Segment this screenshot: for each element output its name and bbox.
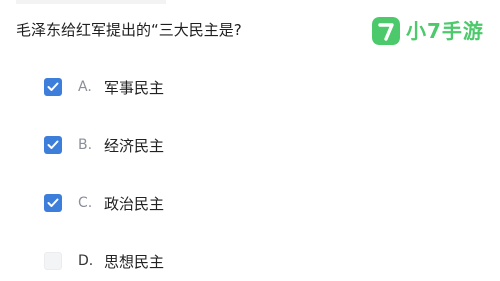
options-list: A. 军事民主 B. 经济民主 C. 政治民主 D. 思想民主 [0,0,500,281]
checkbox-checked[interactable] [44,78,62,96]
checkbox-unchecked[interactable] [44,252,62,270]
option-letter: D. [78,253,94,269]
check-icon [47,82,59,91]
check-icon [47,140,59,149]
option-d[interactable]: D. 思想民主 [44,250,164,272]
check-icon [47,198,59,207]
option-label: 军事民主 [104,78,165,97]
option-a[interactable]: A. 军事民主 [44,76,164,98]
option-letter: A. [78,79,92,95]
checkbox-checked[interactable] [44,194,62,212]
option-letter: C. [78,195,93,211]
option-letter: B. [78,137,93,153]
checkbox-checked[interactable] [44,136,62,154]
option-c[interactable]: C. 政治民主 [44,192,164,214]
option-label: 政治民主 [104,194,165,213]
option-b[interactable]: B. 经济民主 [44,134,164,156]
option-label: 经济民主 [104,136,165,155]
option-label: 思想民主 [104,252,165,271]
